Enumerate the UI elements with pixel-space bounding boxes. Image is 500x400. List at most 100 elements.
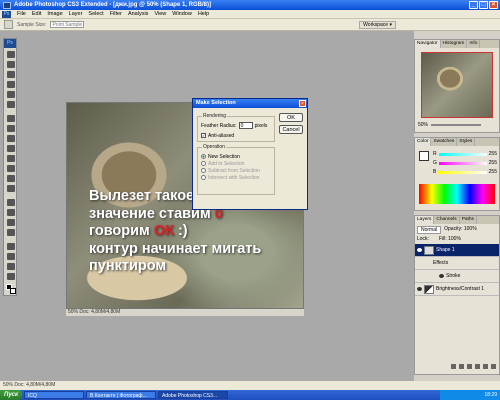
antialiased-checkbox[interactable]: ✓ [201,133,206,138]
eye-icon[interactable] [417,248,422,252]
minimize-button[interactable]: _ [469,1,478,9]
magic-wand-tool-icon[interactable] [7,81,15,88]
antialiased-checkbox-row[interactable]: ✓ Anti-aliased [201,132,234,139]
tab-info[interactable]: Info [467,40,481,48]
red-slider[interactable] [438,153,487,156]
menu-edit[interactable]: Edit [29,11,44,17]
eye-icon[interactable] [417,287,422,291]
eyedropper-tool-icon[interactable] [4,20,13,29]
eraser-tool-icon[interactable] [7,155,15,162]
color-swatch-preview[interactable] [419,151,429,161]
healing-brush-tool-icon[interactable] [7,115,15,122]
tab-color[interactable]: Color [415,138,432,146]
right-panel-dock: Navigator Histogram Info 50% Color Swatc… [414,31,500,381]
feather-unit-label: pixels [254,122,268,129]
tab-styles[interactable]: Styles [457,138,476,146]
link-layers-icon[interactable] [451,364,456,369]
red-value[interactable]: 255 [489,150,497,159]
slice-tool-icon[interactable] [7,101,15,108]
rendering-group: Rendering Feather Radius: 0 pixels ✓ Ant… [197,113,275,142]
blend-mode-select[interactable]: Normal [417,226,442,234]
layer-row-stroke[interactable]: Stroke [415,270,499,283]
path-selection-tool-icon[interactable] [7,219,15,226]
menu-window[interactable]: Window [169,11,195,17]
green-slider[interactable] [438,162,487,165]
crop-tool-icon[interactable] [7,91,15,98]
blur-tool-icon[interactable] [7,175,15,182]
marquee-tool-icon[interactable] [7,61,15,68]
navigator-zoom-slider[interactable] [431,124,482,126]
move-tool-icon[interactable] [7,51,15,58]
history-brush-tool-icon[interactable] [7,145,15,152]
blue-slider[interactable] [438,171,487,174]
blue-value[interactable]: 255 [489,168,497,177]
fill-control[interactable]: Fill: 100% [439,236,461,242]
op-add-selection[interactable]: Add to Selection [201,160,260,167]
tab-paths[interactable]: Paths [460,216,477,224]
dialog-close-button[interactable]: × [299,100,306,107]
green-value[interactable]: 255 [489,159,497,168]
zoom-tool-icon[interactable] [7,273,15,280]
operation-label: Operation [202,144,226,150]
feather-radius-input[interactable]: 0 [238,122,253,129]
taskbar-item-icq[interactable]: ICQ [24,391,85,399]
lasso-tool-icon[interactable] [7,71,15,78]
layer-name: Effects [433,260,449,266]
ok-button[interactable]: OK [279,113,303,122]
start-button[interactable]: Пуск [0,390,23,400]
layer-name: Stroke [446,273,461,279]
brush-tool-icon[interactable] [7,125,15,132]
menu-filter[interactable]: Filter [107,11,125,17]
menu-view[interactable]: View [151,11,169,17]
feather-radius-label: Feather Radius: [201,122,237,129]
clone-stamp-tool-icon[interactable] [7,135,15,142]
trash-icon[interactable] [491,364,496,369]
op-subtract-selection[interactable]: Subtract from Selection [201,167,260,174]
tab-navigator[interactable]: Navigator [415,40,441,48]
sample-size-select[interactable]: Point Sample [50,21,85,28]
menu-select[interactable]: Select [85,11,106,17]
shape-tool-icon[interactable] [7,229,15,236]
new-group-icon[interactable] [475,364,480,369]
dodge-tool-icon[interactable] [7,185,15,192]
layer-row-brightness-contrast[interactable]: Brightness/Contrast 1 [415,283,499,296]
layer-name: Shape 1 [436,247,455,253]
menu-analysis[interactable]: Analysis [125,11,151,17]
add-style-icon[interactable] [459,364,464,369]
color-spectrum-bar[interactable] [419,184,495,204]
add-mask-icon[interactable] [467,364,472,369]
menu-file[interactable]: File [14,11,29,17]
close-window-button[interactable]: × [489,1,498,9]
layer-row-shape-1[interactable]: Shape 1 [415,244,499,257]
window-title: Adobe Photoshop CS3 Extended - [джи.jpg … [14,2,211,8]
type-tool-icon[interactable] [7,209,15,216]
menu-help[interactable]: Help [195,11,212,17]
eyedropper-tool-icon[interactable] [7,253,15,260]
workspace-button[interactable]: Workspace ▾ [359,21,396,29]
tab-layers[interactable]: Layers [415,216,435,224]
taskbar-item-photoshop[interactable]: Adobe Photoshop CS3... [158,391,229,399]
op-new-selection[interactable]: New Selection [201,153,260,160]
op-intersect-selection[interactable]: Intersect with Selection [201,174,260,181]
hand-tool-icon[interactable] [7,263,15,270]
notes-tool-icon[interactable] [7,243,15,250]
eye-icon[interactable] [439,274,444,278]
cancel-button[interactable]: Cancel [279,125,303,134]
menu-layer[interactable]: Layer [66,11,86,17]
menu-image[interactable]: Image [44,11,65,17]
taskbar-item-vkontakte[interactable]: В Контакте | Фотограф... [86,391,157,399]
layer-row-effects[interactable]: Effects [415,257,499,270]
maximize-button[interactable]: □ [479,1,488,9]
navigator-thumbnail[interactable] [421,52,493,118]
pen-tool-icon[interactable] [7,199,15,206]
system-tray: 18:29 [440,390,500,400]
navigator-zoom-value[interactable]: 50% [418,122,428,128]
opacity-control[interactable]: Opacity: 100% [444,226,477,234]
new-layer-icon[interactable] [483,364,488,369]
radio-off-icon [201,175,206,180]
background-color-swatch[interactable] [10,288,16,294]
gradient-tool-icon[interactable] [7,165,15,172]
tab-swatches[interactable]: Swatches [431,138,458,146]
tab-channels[interactable]: Channels [434,216,460,224]
tab-histogram[interactable]: Histogram [441,40,468,48]
